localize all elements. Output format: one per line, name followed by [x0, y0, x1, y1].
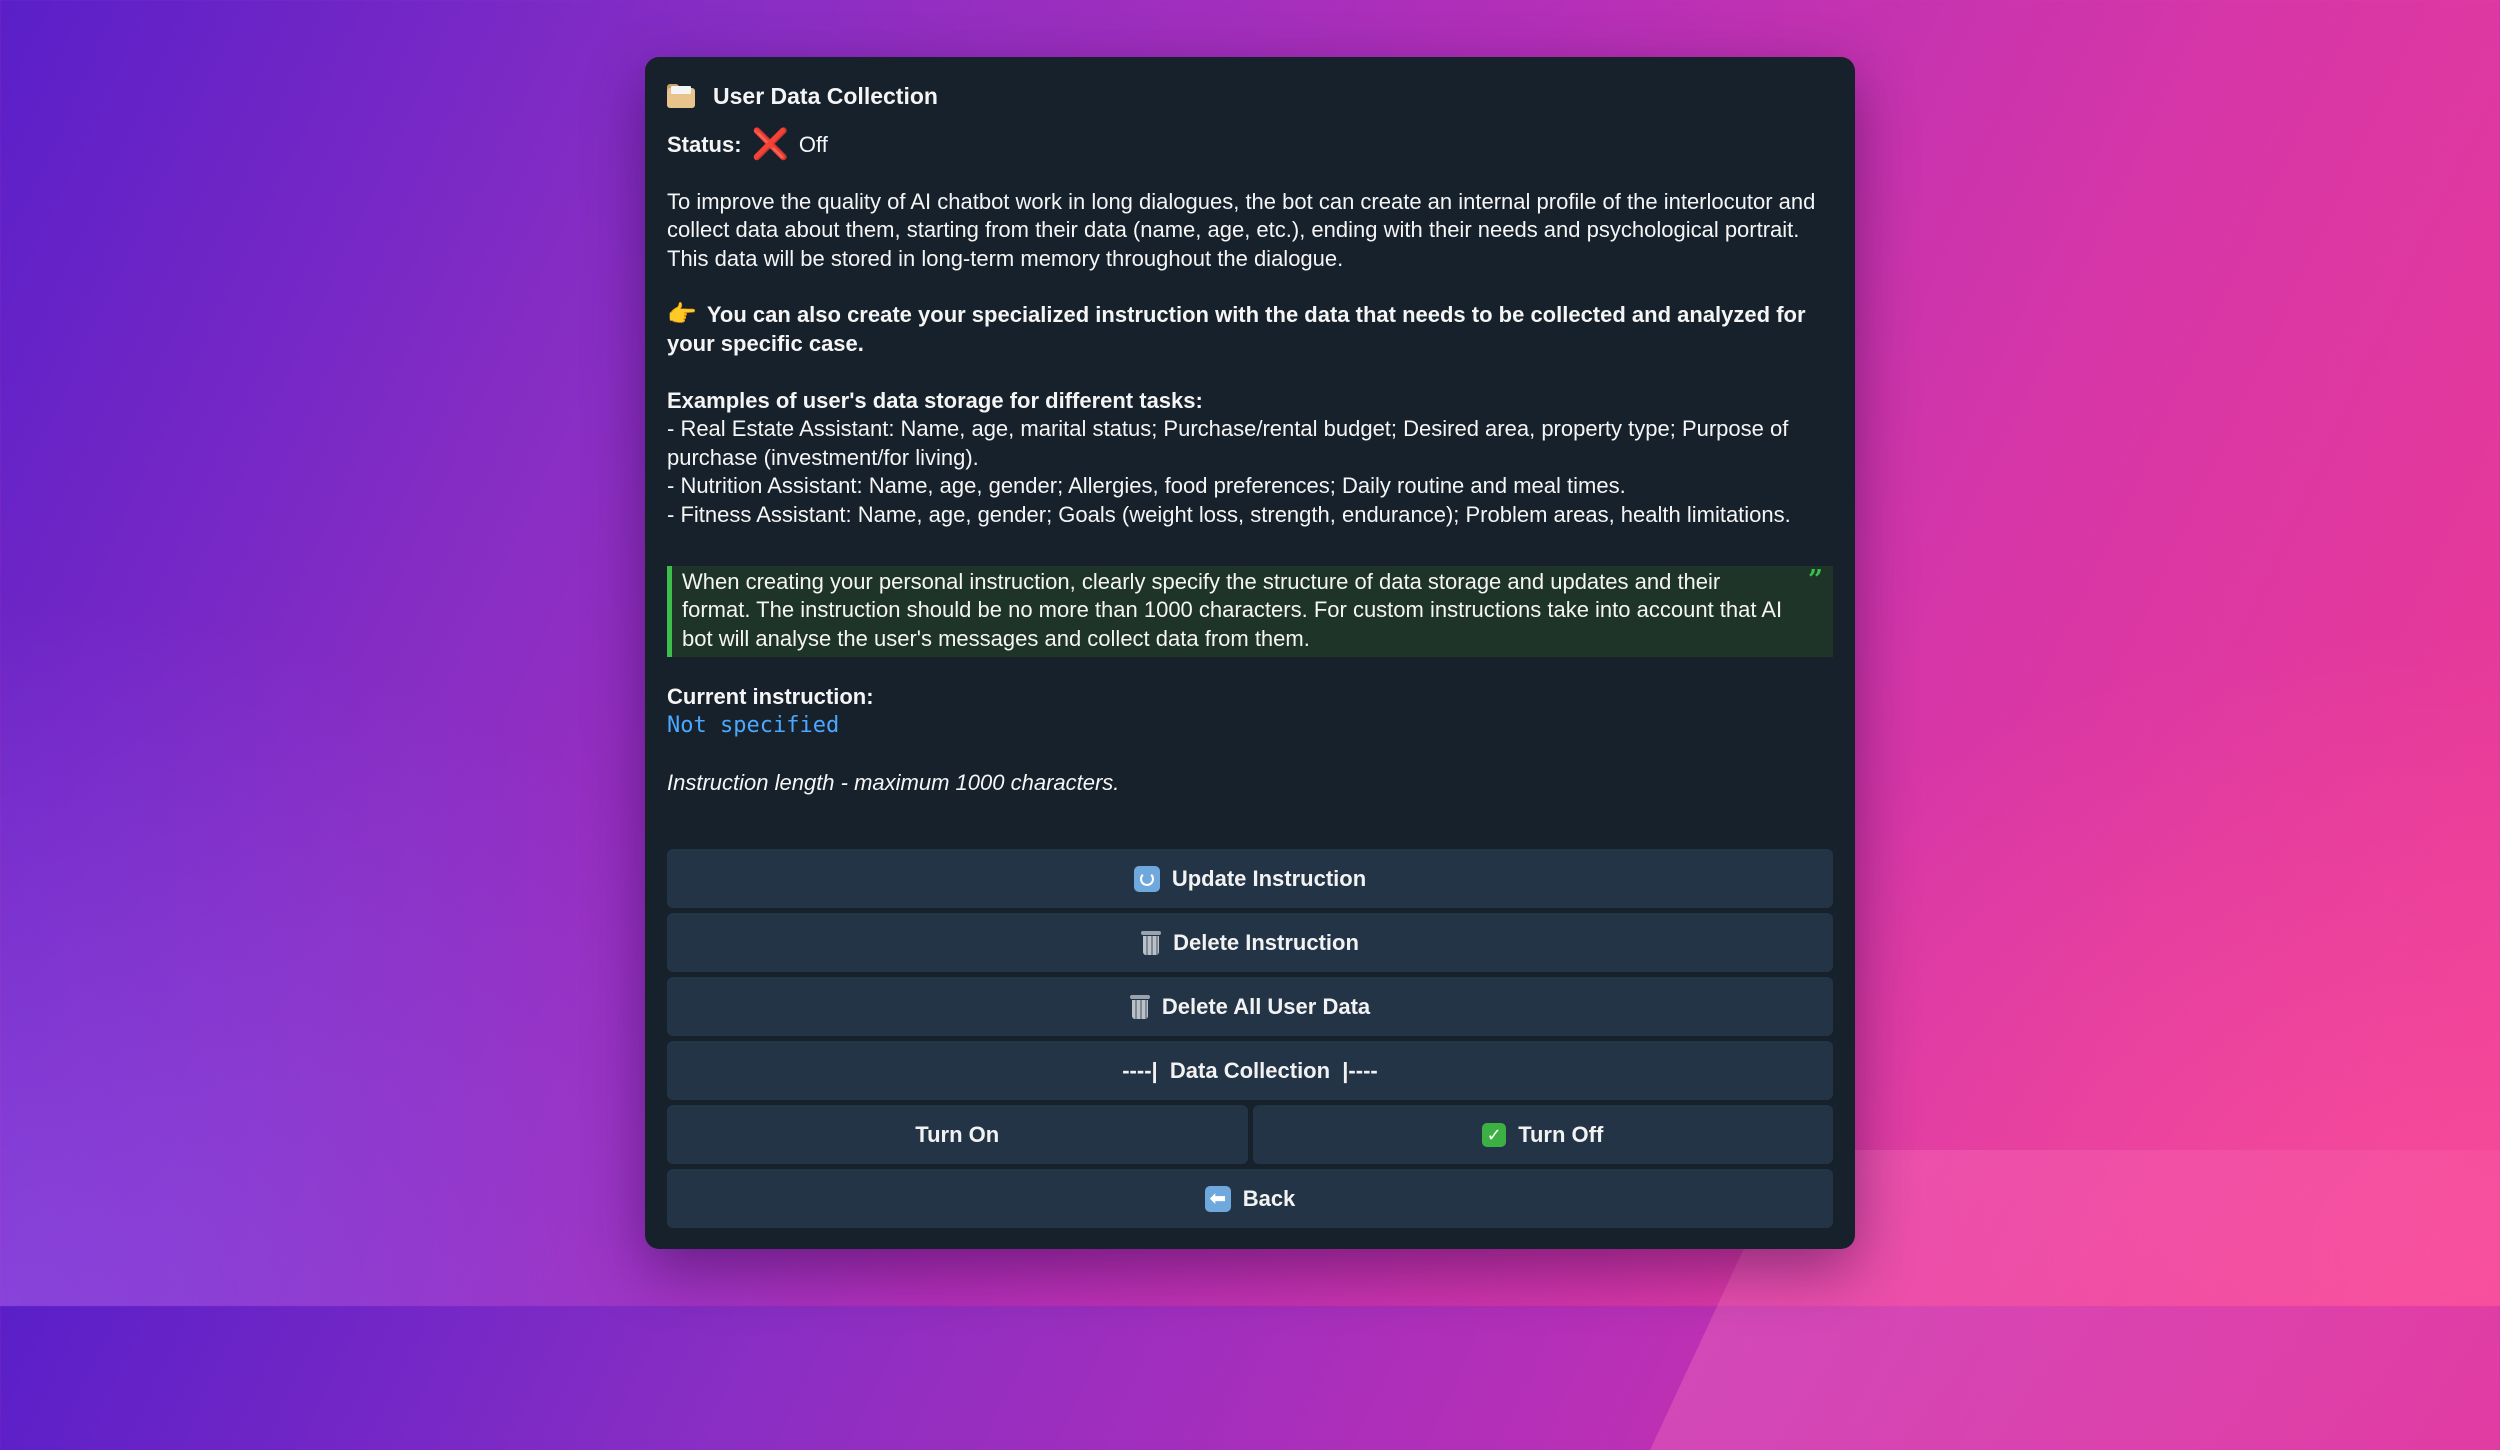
- delete-all-user-data-label: Delete All User Data: [1161, 993, 1371, 1019]
- tip-text: You can also create your specialized ins…: [667, 302, 1806, 356]
- cross-mark-icon: ❌: [751, 128, 789, 162]
- delete-instruction-label: Delete Instruction: [1173, 929, 1359, 955]
- bot-message-panel: User Data Collection Status: ❌ Off To im…: [645, 57, 1855, 1249]
- length-note: Instruction length - maximum 1000 charac…: [667, 769, 1120, 795]
- turn-on-button[interactable]: Turn On: [667, 1105, 1248, 1164]
- folder-icon: [667, 84, 695, 108]
- turn-on-label: Turn On: [915, 1121, 1000, 1147]
- status-line: Status: ❌ Off: [667, 128, 1833, 162]
- panel-header: User Data Collection: [667, 73, 1833, 119]
- pointing-hand-icon: 👉: [667, 301, 697, 329]
- example-item: - Real Estate Assistant: Name, age, mari…: [667, 416, 1789, 470]
- back-button[interactable]: ⬅ Back: [667, 1169, 1833, 1228]
- turn-off-label: Turn Off: [1518, 1121, 1604, 1147]
- panel-title: User Data Collection: [713, 82, 938, 109]
- examples-section: Examples of user's data storage for diff…: [667, 387, 1833, 530]
- update-instruction-button[interactable]: Update Instruction: [667, 849, 1833, 908]
- status-label: Status:: [667, 132, 742, 157]
- example-item: - Fitness Assistant: Name, age, gender; …: [667, 501, 1791, 527]
- intro-paragraph: To improve the quality of AI chatbot wor…: [667, 188, 1816, 271]
- example-item: - Nutrition Assistant: Name, age, gender…: [667, 473, 1626, 499]
- refresh-icon: [1133, 865, 1160, 892]
- inline-keyboard: Update Instruction Delete Instruction De…: [667, 849, 1833, 1233]
- message-body: Status: ❌ Off To improve the quality of …: [667, 128, 1833, 797]
- delete-all-user-data-button[interactable]: Delete All User Data: [667, 977, 1833, 1036]
- current-instruction-value: Not specified: [667, 712, 840, 738]
- delete-instruction-button[interactable]: Delete Instruction: [667, 913, 1833, 972]
- data-collection-section-button[interactable]: ----| Data Collection |----: [667, 1041, 1833, 1100]
- check-mark-icon: ✓: [1482, 1122, 1507, 1147]
- quote-block: When creating your personal instruction,…: [667, 564, 1833, 658]
- trash-icon: [1129, 994, 1150, 1019]
- turn-off-button[interactable]: ✓ Turn Off: [1252, 1105, 1833, 1164]
- examples-heading: Examples of user's data storage for diff…: [667, 387, 1203, 413]
- status-value: Off: [798, 132, 828, 157]
- back-label: Back: [1242, 1185, 1296, 1211]
- quote-text: When creating your personal instruction,…: [682, 568, 1783, 651]
- update-instruction-label: Update Instruction: [1171, 865, 1367, 891]
- quote-icon: ”: [1808, 564, 1823, 595]
- current-instruction-section: Current instruction: Not specified: [667, 683, 1833, 740]
- current-instruction-label: Current instruction:: [667, 684, 874, 710]
- data-collection-section-label: ----| Data Collection |----: [1122, 1057, 1378, 1083]
- tip-paragraph: 👉 You can also create your specialized in…: [667, 301, 1833, 358]
- back-arrow-icon: ⬅: [1204, 1185, 1231, 1212]
- trash-icon: [1141, 930, 1162, 955]
